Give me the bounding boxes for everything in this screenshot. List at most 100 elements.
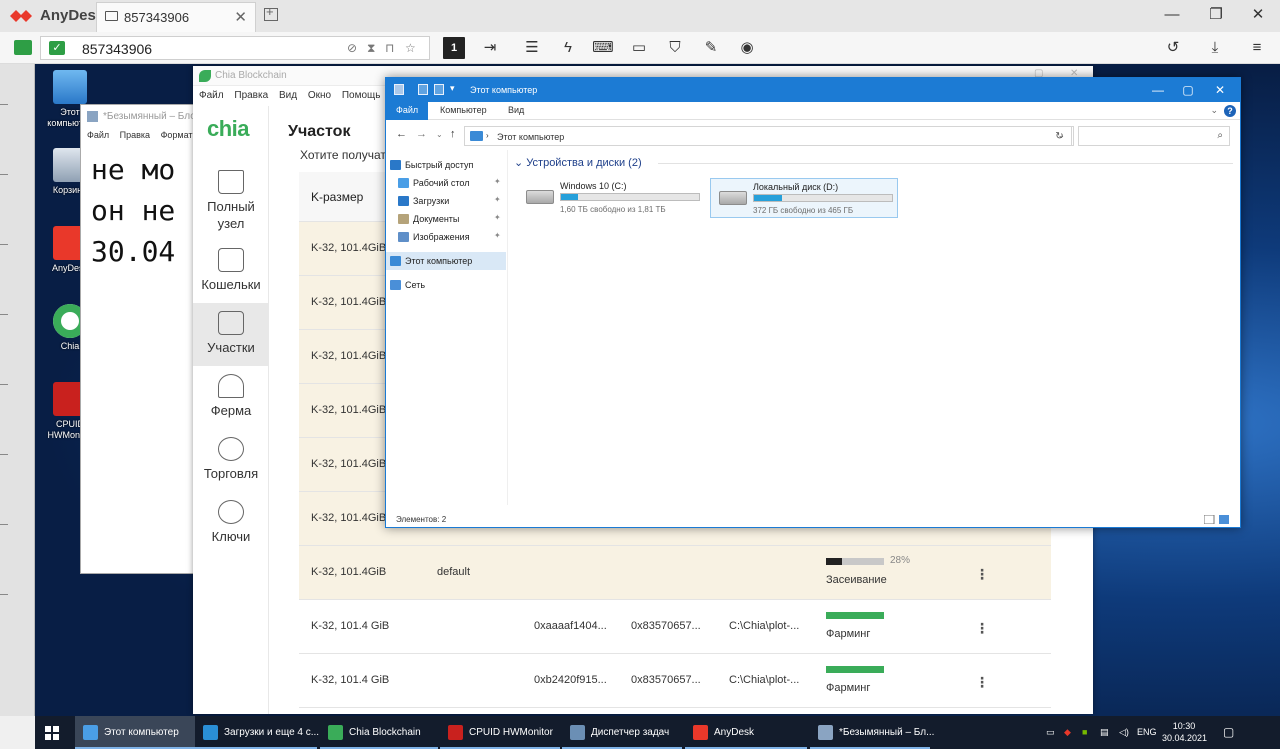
tray-language[interactable]: ENG bbox=[1137, 727, 1157, 737]
ribbon-expand-icon[interactable]: ⌄ bbox=[1210, 105, 1218, 116]
row-actions-icon[interactable]: ⋮ bbox=[975, 566, 989, 583]
address-field[interactable]: ✓ 857343906 ⊘ ⧗ ⊓ ☆ bbox=[40, 36, 430, 60]
tray-anydesk-icon[interactable]: ◆ bbox=[1064, 727, 1071, 738]
nav-farm[interactable]: Ферма bbox=[193, 366, 269, 429]
session-tab[interactable]: 857343906 ✕ bbox=[96, 2, 256, 32]
nav-pane-item[interactable]: Загрузки ✦ bbox=[386, 192, 506, 210]
row-actions-icon[interactable]: ⋮ bbox=[975, 620, 989, 637]
taskbar-item[interactable]: Chia Blockchain bbox=[320, 716, 438, 749]
shortcut-icon[interactable]: ⊘ bbox=[347, 41, 357, 55]
explorer-address-bar[interactable]: › Этот компьютер ⌄ bbox=[464, 126, 1072, 146]
new-tab-icon[interactable] bbox=[264, 4, 278, 21]
taskbar-item[interactable]: Этот компьютер bbox=[75, 716, 195, 749]
properties-icon[interactable] bbox=[418, 84, 428, 95]
pen-icon[interactable]: ✎ bbox=[700, 37, 722, 59]
notifications-icon[interactable]: ▢ bbox=[1223, 725, 1234, 739]
taskbar-item[interactable]: CPUID HWMonitor bbox=[440, 716, 560, 749]
permissions-shield-icon[interactable]: ⛉ bbox=[664, 37, 686, 59]
notepad-menu-format[interactable]: Формат bbox=[161, 130, 193, 140]
explorer-close-icon[interactable]: ✕ bbox=[1206, 81, 1234, 99]
ribbon-tab-computer[interactable]: Компьютер bbox=[440, 105, 487, 115]
explorer-search-input[interactable]: ⌕ bbox=[1078, 126, 1230, 146]
pictures-icon bbox=[398, 232, 409, 242]
pin-icon[interactable]: ✦ bbox=[494, 177, 501, 186]
nav-trading[interactable]: Торговля bbox=[193, 429, 269, 492]
row-actions-icon[interactable]: ⋮ bbox=[975, 674, 989, 691]
keyboard-icon[interactable]: ⌨ bbox=[592, 37, 614, 59]
new-folder-icon[interactable] bbox=[434, 84, 444, 95]
help-icon[interactable]: ? bbox=[1224, 105, 1236, 117]
table-row[interactable]: K-32, 101.4 GiB 0xaaaaf1404... 0x8357065… bbox=[299, 600, 1051, 654]
network-icon bbox=[390, 280, 401, 290]
nav-pane-label: Этот компьютер bbox=[405, 256, 473, 266]
tray-network-icon[interactable]: ▤ bbox=[1100, 727, 1109, 738]
table-row[interactable]: K-32, 101.4GiB default 28% Засеивание ⋮ bbox=[299, 546, 1051, 600]
favorite-star-icon[interactable]: ☆ bbox=[405, 41, 416, 55]
taskbar-item[interactable]: Загрузки и еще 4 с... bbox=[195, 716, 319, 749]
display-icon[interactable]: ▭ bbox=[628, 37, 650, 59]
notepad-text-area[interactable]: не мо он не 30.04 bbox=[91, 149, 175, 272]
nav-keys[interactable]: Ключи bbox=[193, 492, 269, 555]
file-transfer-icon[interactable]: ⇥ bbox=[479, 37, 501, 59]
nav-pane-item[interactable]: Документы ✦ bbox=[386, 210, 506, 228]
download-tray-icon[interactable]: ⤓ bbox=[1204, 37, 1226, 59]
tray-nvidia-icon[interactable]: ■ bbox=[1082, 727, 1087, 737]
plot-farmer-key: 0xb2420f915... bbox=[534, 674, 607, 686]
pin-icon[interactable]: ✦ bbox=[494, 231, 501, 240]
monitor-select-button[interactable]: 1 bbox=[443, 37, 465, 59]
nav-pane-item[interactable]: Быстрый доступ bbox=[386, 156, 506, 174]
table-row[interactable]: K-32, 101.4 GiB 0xb2420f915... 0x8357065… bbox=[299, 654, 1051, 708]
windows-start-icon[interactable] bbox=[45, 726, 59, 740]
taskbar-item[interactable]: Диспетчер задач bbox=[562, 716, 682, 749]
chia-menu-edit[interactable]: Правка bbox=[234, 90, 268, 101]
nav-pane-item[interactable]: Сеть bbox=[386, 276, 506, 294]
nav-label: Ферма bbox=[210, 403, 252, 418]
ribbon-tab-view[interactable]: Вид bbox=[508, 105, 524, 115]
notepad-menu-edit[interactable]: Правка bbox=[120, 130, 150, 140]
refresh-icon[interactable]: ↻ bbox=[1046, 126, 1074, 146]
up-icon[interactable]: ↑ bbox=[450, 128, 456, 140]
nav-plots[interactable]: Участки bbox=[193, 303, 269, 366]
chia-menu-file[interactable]: Файл bbox=[199, 90, 224, 101]
chia-menu-view[interactable]: Вид bbox=[279, 90, 297, 101]
explorer-window[interactable]: ▾ Этот компьютер — ▢ ✕ Файл Компьютер Ви… bbox=[385, 77, 1241, 528]
minimize-icon[interactable]: — bbox=[1160, 4, 1184, 26]
remote-desktop[interactable]: Этот компьютер Корзина AnyDesk Chia CPUI… bbox=[35, 64, 1280, 716]
drive-tile[interactable]: Локальный диск (D:) 372 ГБ свободно из 4… bbox=[710, 178, 898, 218]
pin-icon[interactable]: ✦ bbox=[494, 213, 501, 222]
menu-hamburger-icon[interactable]: ≡ bbox=[1246, 37, 1268, 59]
view-toggle-icon[interactable] bbox=[1204, 515, 1230, 524]
chia-menu-window[interactable]: Окно bbox=[308, 90, 331, 101]
ribbon-tab-file[interactable]: Файл bbox=[386, 102, 429, 120]
hourglass-icon[interactable]: ⧗ bbox=[367, 41, 375, 56]
devices-group-header[interactable]: ⌄ Устройства и диски (2) bbox=[514, 156, 642, 169]
explorer-maximize-icon[interactable]: ▢ bbox=[1174, 81, 1202, 99]
record-screen-icon[interactable]: ◉ bbox=[736, 37, 758, 59]
lock-icon[interactable]: ⊓ bbox=[385, 41, 394, 55]
tray-overflow-icon[interactable]: ▭ bbox=[1046, 727, 1055, 738]
tray-volume-icon[interactable]: ◁) bbox=[1119, 727, 1129, 738]
back-icon[interactable]: ← bbox=[396, 128, 407, 140]
chat-icon[interactable]: ☰ bbox=[521, 37, 543, 59]
maximize-icon[interactable]: ❐ bbox=[1204, 4, 1228, 26]
explorer-minimize-icon[interactable]: — bbox=[1144, 81, 1172, 99]
history-icon[interactable]: ↺ bbox=[1162, 37, 1184, 59]
tray-clock[interactable]: 10:30 30.04.2021 bbox=[1162, 720, 1207, 744]
pin-icon[interactable]: ✦ bbox=[494, 195, 501, 204]
nav-wallets[interactable]: Кошельки bbox=[193, 240, 269, 303]
actions-lightning-icon[interactable]: ϟ bbox=[557, 37, 579, 59]
close-icon[interactable]: ✕ bbox=[1246, 4, 1270, 26]
close-tab-icon[interactable]: ✕ bbox=[234, 8, 247, 26]
drive-tile[interactable]: Windows 10 (C:) 1,60 ТБ свободно из 1,81… bbox=[518, 178, 706, 218]
forward-icon[interactable]: → bbox=[416, 128, 427, 140]
quick-access-dropdown-icon[interactable]: ▾ bbox=[450, 83, 455, 94]
chia-menu-help[interactable]: Помощь bbox=[342, 90, 381, 101]
nav-pane-item[interactable]: Этот компьютер bbox=[386, 252, 506, 270]
nav-pane-item[interactable]: Изображения ✦ bbox=[386, 228, 506, 246]
recent-dropdown-icon[interactable]: ⌄ bbox=[436, 130, 443, 139]
notepad-menu-file[interactable]: Файл bbox=[87, 130, 109, 140]
nav-pane-item[interactable]: Рабочий стол ✦ bbox=[386, 174, 506, 192]
taskbar-item[interactable]: *Безымянный – Бл... bbox=[810, 716, 934, 749]
taskbar-item[interactable]: AnyDesk bbox=[685, 716, 807, 749]
nav-full-node[interactable]: Полный узел bbox=[193, 162, 269, 232]
